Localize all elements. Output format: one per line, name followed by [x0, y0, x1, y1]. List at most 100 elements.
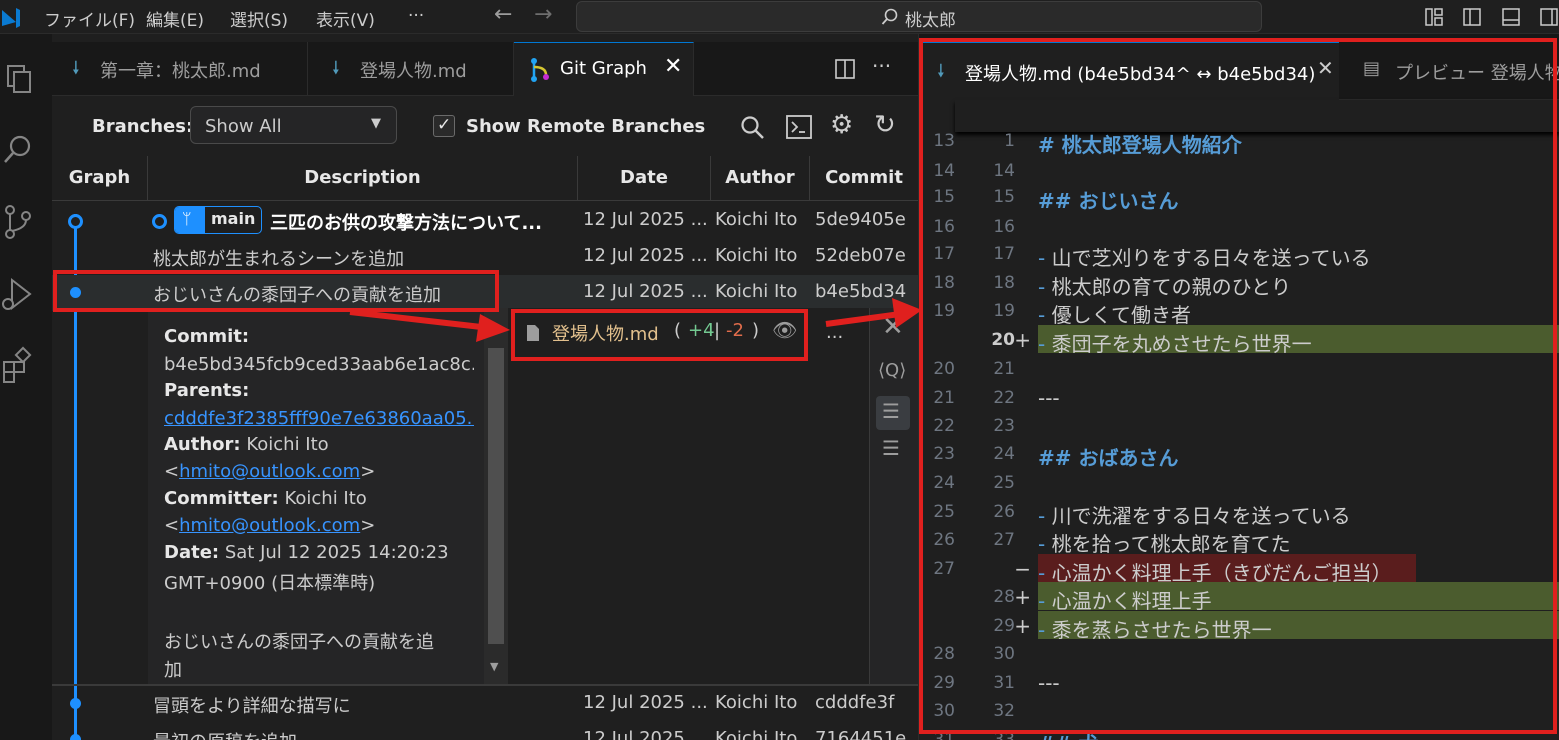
explorer-icon[interactable] — [0, 58, 36, 98]
arrow-head — [892, 298, 922, 328]
branch-badge[interactable]: ᛘ main — [174, 206, 262, 234]
run-debug-icon[interactable] — [0, 274, 36, 314]
committer-label: Committer: — [164, 488, 279, 509]
commit-description: 最初の原稿を追加 — [153, 728, 573, 740]
settings-gear-icon[interactable]: ⚙ — [830, 110, 853, 140]
menu-selection[interactable]: 選択(S) — [230, 6, 288, 31]
details-toolbar: ✕ ⟨Q⟩ ☰ ☰ — [870, 308, 918, 684]
annotation-box-diff — [919, 38, 1557, 734]
author-email-line: <hmito@outlook.com> — [164, 461, 375, 482]
commit-hash: cdddfe3f — [815, 692, 895, 713]
column-header-date[interactable]: Date — [578, 156, 711, 200]
git-graph-view: Branches: Show All ▼ ✓ Show Remote Branc… — [52, 96, 918, 740]
committer-email-line: <hmito@outlook.com> — [164, 515, 375, 536]
chevron-down-icon: ▼ — [371, 116, 381, 131]
find-icon[interactable] — [740, 115, 766, 141]
menu-file[interactable]: ファイル(F) — [44, 6, 135, 31]
annotation-arrows — [349, 298, 922, 342]
more-actions-icon[interactable]: ··· — [872, 54, 891, 78]
toggle-secondary-sidebar-icon[interactable] — [1539, 7, 1559, 27]
arrow-head — [476, 314, 510, 342]
command-center-text: 桃太郎 — [905, 11, 956, 31]
details-scrollbar[interactable]: ▼ — [484, 308, 508, 684]
parent-hash-link[interactable]: cdddfe3f2385fff90e7e63860aa05... — [164, 408, 474, 429]
scroll-down-icon[interactable]: ▼ — [490, 660, 498, 673]
nav-forward-icon[interactable]: → — [534, 2, 552, 27]
date-value: Sat Jul 12 2025 14:20:23 — [224, 542, 449, 563]
commit-hash: 5de9405e — [815, 209, 906, 230]
tab-characters[interactable]: 🠗 登場人物.md — [308, 42, 514, 96]
commit-author: Koichi Ito — [715, 209, 798, 230]
author-email-open: < — [164, 461, 180, 482]
tab-close-icon[interactable]: ✕ — [664, 54, 682, 79]
branches-label: Branches: — [92, 116, 194, 137]
search-view-icon[interactable] — [0, 130, 36, 170]
command-center-search[interactable]: 桃太郎 — [576, 1, 1262, 32]
commit-hash: 7164451e — [815, 728, 907, 740]
commit-message-line: おじいさんの黍団子への貢献を追 — [164, 632, 434, 653]
title-bar: ファイル(F) 編集(E) 選択(S) 表示(V) ··· ← → 桃太郎 — [0, 0, 1559, 34]
commit-author: Koichi Ito — [715, 692, 798, 713]
column-header-graph[interactable]: Graph — [52, 156, 148, 200]
menu-more[interactable]: ··· — [408, 6, 424, 26]
author-email-link[interactable]: hmito@outlook.com — [179, 461, 360, 482]
commit-full-hash: b4e5bd345fcb9ced33aab6e1ac8c... — [164, 354, 474, 375]
toggle-sidebar-icon[interactable] — [1462, 7, 1482, 27]
show-remote-checkbox[interactable]: ✓ — [433, 115, 455, 137]
tab-label: 第一章：桃太郎.md — [100, 61, 261, 82]
terminal-icon[interactable] — [786, 115, 812, 139]
commit-row[interactable]: 冒頭をより詳細な描写に 12 Jul 2025 ... Koichi Ito c… — [52, 686, 918, 722]
tree-view-icon[interactable]: ☰ — [876, 396, 910, 430]
commit-node — [70, 734, 81, 740]
commit-details-panel: Commit: b4e5bd345fcb9ced33aab6e1ac8c... … — [148, 308, 918, 684]
commit-description: 三匹のお供の攻撃方法について... — [270, 213, 542, 234]
tab-label: Git Graph — [560, 58, 647, 79]
commit-row[interactable]: ᛘ main 三匹のお供の攻撃方法について... 12 Jul 2025 ...… — [52, 203, 918, 239]
checkmark-icon: ✓ — [437, 115, 452, 135]
author-label: Author: — [164, 434, 241, 455]
branches-dropdown[interactable]: Show All ▼ — [190, 106, 397, 144]
column-header-description[interactable]: Description — [148, 156, 578, 200]
arrow-to-file — [349, 309, 491, 331]
head-indicator-icon — [152, 214, 167, 229]
code-review-icon[interactable]: ⟨Q⟩ — [878, 360, 906, 381]
activity-bar — [0, 34, 52, 740]
committer-email-link[interactable]: hmito@outlook.com — [179, 515, 360, 536]
branch-badge-label: main — [211, 209, 256, 228]
toggle-panel-icon[interactable] — [1501, 7, 1521, 27]
nav-back-icon[interactable]: ← — [494, 2, 512, 27]
date-line: Date: Sat Jul 12 2025 14:20:23 — [164, 542, 449, 563]
tab-git-graph[interactable]: Git Graph ✕ — [514, 42, 694, 96]
committer-email-close: > — [360, 515, 376, 536]
commit-date: 12 Jul 2025 ... — [583, 209, 707, 230]
list-view-icon[interactable]: ☰ — [882, 436, 900, 460]
extensions-icon[interactable] — [0, 346, 36, 386]
customize-layout-icon[interactable] — [1424, 7, 1444, 27]
commit-author: Koichi Ito — [715, 245, 798, 266]
tab-label: 登場人物.md — [360, 61, 467, 82]
committer-email-open: < — [164, 515, 180, 536]
tab-chapter1[interactable]: 🠗 第一章：桃太郎.md — [52, 42, 308, 96]
commit-hash: 52deb07e — [815, 245, 906, 266]
commit-date: 12 Jul 2025 ... — [583, 245, 707, 266]
search-icon — [881, 8, 898, 25]
parents-label: Parents: — [164, 380, 250, 401]
commit-label: Commit: — [164, 326, 250, 347]
menu-edit[interactable]: 編集(E) — [146, 6, 204, 31]
show-remote-label: Show Remote Branches — [466, 116, 706, 137]
menu-view[interactable]: 表示(V) — [316, 6, 375, 31]
column-header-author[interactable]: Author — [711, 156, 810, 200]
scrollbar-thumb[interactable] — [488, 348, 504, 644]
author-line: Author: Koichi Ito — [164, 434, 329, 455]
vscode-logo-icon[interactable] — [0, 6, 22, 28]
column-header-commit[interactable]: Commit — [810, 156, 918, 200]
commit-author: Koichi Ito — [715, 728, 798, 740]
date-timezone: GMT+0900 (日本標準時) — [164, 573, 376, 594]
committer-line: Committer: Koichi Ito — [164, 488, 367, 509]
refresh-icon[interactable]: ↻ — [874, 110, 896, 140]
changed-files-panel: 登場人物.md ( +4 | -2 ) 👁 ... — [508, 308, 870, 684]
git-graph-icon — [531, 58, 549, 82]
split-editor-icon[interactable] — [834, 58, 856, 80]
commit-row[interactable]: 最初の原稿を追加 12 Jul 2025 ... Koichi Ito 7164… — [52, 722, 918, 740]
source-control-icon[interactable] — [0, 202, 36, 242]
